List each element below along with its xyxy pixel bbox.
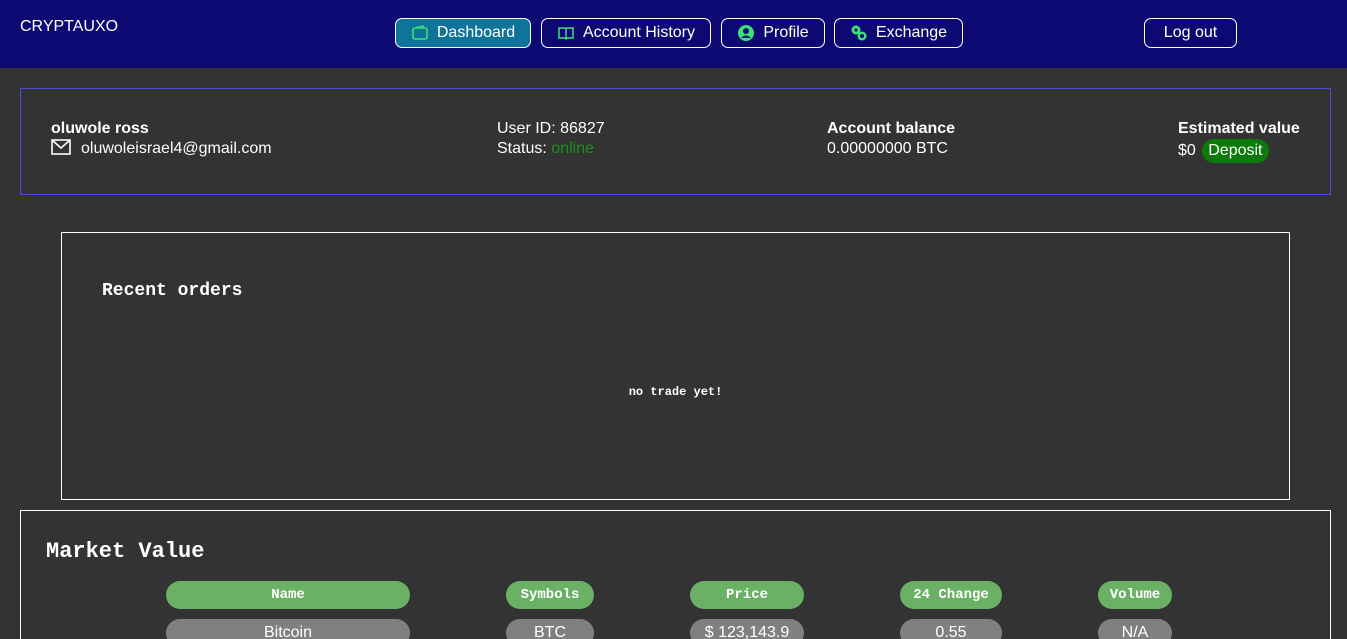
user-info: oluwole ross oluwoleisrael4@gmail.com xyxy=(51,119,272,159)
column-header-name: Name xyxy=(166,581,410,609)
coins-icon xyxy=(850,24,868,42)
estimate-value: $0 xyxy=(1178,142,1196,159)
cell-volume: N/A xyxy=(1098,619,1172,639)
wallet-icon xyxy=(411,24,429,42)
cell-change: 0.55 xyxy=(900,619,1002,639)
user-email-row: oluwoleisrael4@gmail.com xyxy=(51,139,272,159)
nav-account-history[interactable]: Account History xyxy=(541,18,711,48)
estimated-value: Estimated value $0 Deposit xyxy=(1178,119,1300,163)
nav-profile[interactable]: Profile xyxy=(721,18,825,48)
user-name: oluwole ross xyxy=(51,120,149,137)
recent-orders-title: Recent orders xyxy=(102,281,243,301)
nav-exchange[interactable]: Exchange xyxy=(834,18,963,48)
estimate-row: $0 Deposit xyxy=(1178,139,1300,163)
column-header-symbols: Symbols xyxy=(506,581,594,609)
cell-price: $ 123,143.9 xyxy=(690,619,804,639)
deposit-button[interactable]: Deposit xyxy=(1202,139,1269,163)
nav-dashboard[interactable]: Dashboard xyxy=(395,18,531,48)
estimate-label: Estimated value xyxy=(1178,120,1300,137)
cell-name: Bitcoin xyxy=(166,619,410,639)
balance-value: 0.00000000 BTC xyxy=(827,140,948,157)
user-id: User ID: 86827 xyxy=(497,120,605,137)
mail-icon xyxy=(51,139,71,155)
status-label: Status: xyxy=(497,140,547,157)
top-navbar: CRYPTAUXO Dashboard Account History Prof… xyxy=(0,0,1347,68)
book-icon xyxy=(557,24,575,42)
cell-symbol: BTC xyxy=(506,619,594,639)
column-header-change: 24 Change xyxy=(900,581,1002,609)
user-circle-icon xyxy=(737,24,755,42)
nav-dashboard-label: Dashboard xyxy=(436,24,516,41)
nav-profile-label: Profile xyxy=(763,24,809,41)
brand-logo[interactable]: CRYPTAUXO xyxy=(20,18,118,36)
user-id-status: User ID: 86827 Status: online xyxy=(497,119,605,159)
logout-label: Log out xyxy=(1163,24,1218,41)
user-email: oluwoleisrael4@gmail.com xyxy=(81,140,272,157)
market-value-panel: Market Value Name Symbols Price 24 Chang… xyxy=(20,510,1331,639)
account-summary-card: oluwole ross oluwoleisrael4@gmail.com Us… xyxy=(20,88,1331,195)
market-value-title: Market Value xyxy=(46,539,205,564)
balance-label: Account balance xyxy=(827,120,956,137)
recent-orders-panel: Recent orders no trade yet! xyxy=(61,232,1290,500)
nav-exchange-label: Exchange xyxy=(875,24,948,41)
status-badge: online xyxy=(551,140,594,157)
account-balance: Account balance 0.00000000 BTC xyxy=(827,119,955,159)
column-header-price: Price xyxy=(690,581,804,609)
status-row: Status: online xyxy=(497,139,605,159)
logout-button[interactable]: Log out xyxy=(1144,18,1237,48)
column-header-volume: Volume xyxy=(1098,581,1172,609)
no-trade-message: no trade yet! xyxy=(628,385,723,399)
nav-account-history-label: Account History xyxy=(582,24,696,41)
